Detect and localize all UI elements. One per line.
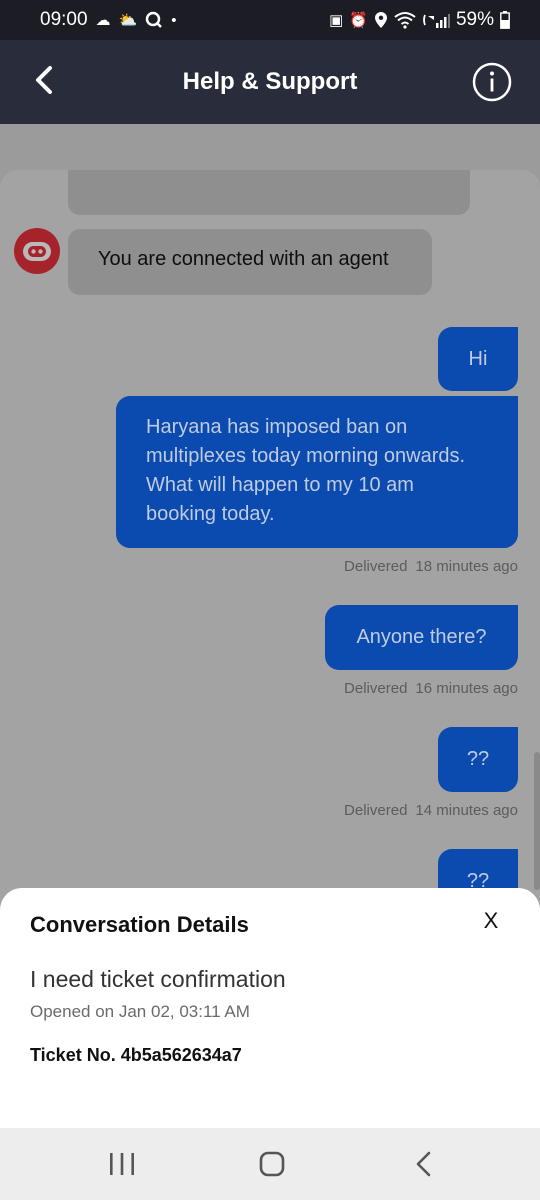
delivery-status: Delivered xyxy=(344,680,408,697)
message-time: 16 minutes ago xyxy=(415,680,518,697)
page-title: Help & Support xyxy=(182,68,358,95)
message-meta: Delivered 18 minutes ago xyxy=(344,558,518,575)
delivery-status: Delivered xyxy=(344,802,408,819)
status-right: ▣ ⏰ 59% xyxy=(329,9,510,31)
message-time: 14 minutes ago xyxy=(415,802,518,819)
user-message-text: Anyone there? xyxy=(356,626,487,648)
back-nav-icon[interactable] xyxy=(404,1146,444,1182)
user-message: Hi xyxy=(438,327,518,391)
user-message-text: Hi xyxy=(468,348,488,370)
conversation-subject: I need ticket confirmation xyxy=(30,966,286,992)
user-message: Anyone there? xyxy=(325,605,518,670)
system-nav-bar xyxy=(0,1128,540,1200)
home-icon[interactable] xyxy=(252,1146,292,1182)
alarm-icon: ⏰ xyxy=(349,11,368,29)
message-time: 18 minutes ago xyxy=(415,558,518,575)
message-meta: Delivered 16 minutes ago xyxy=(344,680,518,697)
status-time: 09:00 xyxy=(40,9,88,30)
message-meta: Delivered 14 minutes ago xyxy=(344,802,518,819)
conversation-details-sheet: Conversation Details X I need ticket con… xyxy=(0,888,540,1128)
delivery-status: Delivered xyxy=(344,558,408,575)
search-notification-icon xyxy=(145,11,163,28)
cloud-icon: ☁ xyxy=(95,11,111,29)
status-bar: 09:00 ☁ ⛅ • ▣ ⏰ 59% xyxy=(0,0,540,40)
ticket-number: Ticket No. 4b5a562634a7 xyxy=(30,1045,242,1065)
close-button[interactable]: X xyxy=(480,908,502,934)
chat-scrollbar[interactable] xyxy=(534,752,540,890)
opened-date: Opened on Jan 02, 03:11 AM xyxy=(30,1002,250,1021)
robot-icon xyxy=(14,228,60,274)
bot-message: You are connected with an agent xyxy=(68,229,432,295)
user-message: ?? xyxy=(438,727,518,792)
lock-icon: ▣ xyxy=(329,11,344,29)
user-message: Haryana has imposed ban on multiplexes t… xyxy=(116,396,518,548)
status-left: 09:00 ☁ ⛅ • xyxy=(40,9,177,31)
location-icon xyxy=(374,12,387,28)
info-icon[interactable] xyxy=(472,62,512,102)
battery-icon xyxy=(500,11,510,29)
bot-message-text: You are connected with an agent xyxy=(98,248,389,270)
back-arrow-icon[interactable] xyxy=(28,60,58,100)
dot-icon: • xyxy=(171,11,177,29)
app-header: Help & Support xyxy=(0,40,540,124)
weather-icon: ⛅ xyxy=(118,11,138,29)
battery-percent: 59% xyxy=(455,9,494,30)
bot-message-clipped xyxy=(68,170,470,215)
user-message-text: Haryana has imposed ban on multiplexes t… xyxy=(146,416,466,525)
signal-icon xyxy=(423,14,450,28)
wifi-icon xyxy=(394,12,416,29)
user-message-text: ?? xyxy=(466,748,490,770)
sheet-title: Conversation Details xyxy=(30,912,249,937)
recent-apps-icon[interactable] xyxy=(102,1146,142,1182)
